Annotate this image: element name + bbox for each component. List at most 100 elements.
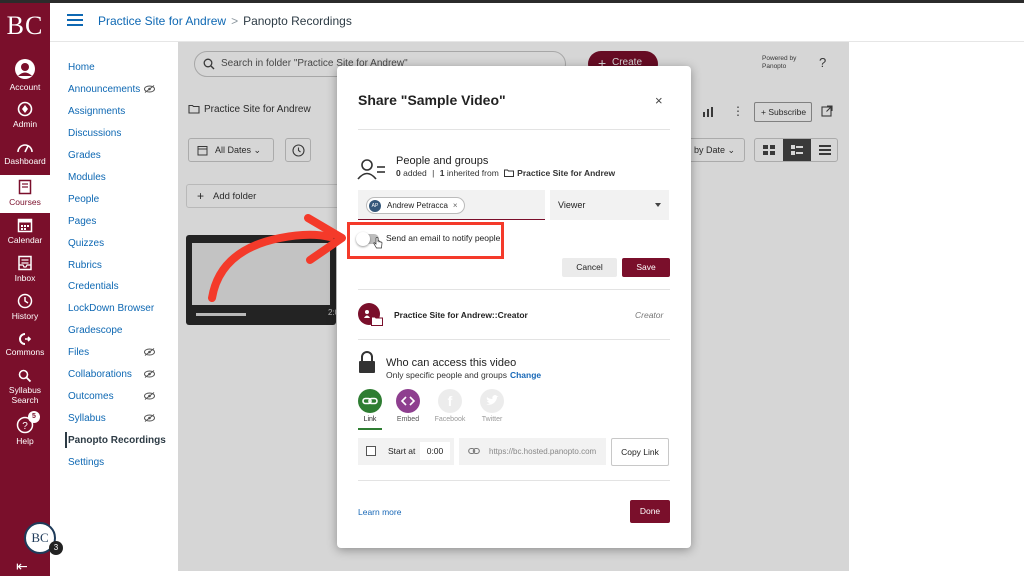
close-icon[interactable]: × — [655, 93, 663, 108]
global-nav: BC Account Admin Dashboard Courses Calen… — [0, 3, 63, 576]
share-option-label: Embed — [396, 416, 420, 423]
calendar-icon — [17, 218, 33, 233]
course-nav-announcements[interactable]: Announcements — [68, 84, 178, 95]
course-nav-grades[interactable]: Grades — [68, 150, 178, 161]
selected-option-underline — [358, 428, 382, 430]
active-nav-indicator — [65, 432, 67, 448]
global-nav-commons[interactable]: Commons — [0, 333, 50, 357]
twitter-bird-icon — [480, 389, 504, 413]
inbox-icon — [18, 255, 32, 271]
course-nav-credentials[interactable]: Credentials — [68, 281, 178, 292]
global-nav-history[interactable]: History — [0, 293, 50, 321]
start-at-checkbox[interactable] — [366, 446, 376, 456]
start-at-row: Start at 0:00 — [358, 438, 454, 465]
creator-group-name: Practice Site for Andrew::Creator — [394, 310, 528, 320]
course-nav-files[interactable]: Files — [68, 347, 178, 358]
folder-icon — [371, 316, 383, 326]
dashboard-icon — [17, 144, 33, 153]
courses-book-icon — [18, 179, 32, 195]
role-value: Viewer — [558, 200, 586, 210]
course-nav-collaborations[interactable]: Collaborations — [68, 369, 178, 380]
chevron-down-icon — [655, 203, 661, 207]
cancel-button[interactable]: Cancel — [562, 258, 617, 277]
access-subtitle: Only specific people and groups — [386, 370, 507, 380]
help-badge: 5 — [28, 411, 40, 423]
collapse-nav-icon[interactable]: ⇤ — [16, 558, 28, 575]
global-nav-calendar[interactable]: Calendar — [0, 217, 50, 245]
breadcrumb-separator: > — [231, 14, 239, 28]
svg-text:f: f — [448, 393, 453, 409]
svg-text:?: ? — [22, 421, 28, 432]
global-nav-account[interactable]: Account — [0, 58, 50, 92]
course-nav-people[interactable]: People — [68, 194, 178, 205]
people-groups-icon — [357, 159, 385, 180]
save-button[interactable]: Save — [622, 258, 670, 277]
course-nav-rubrics[interactable]: Rubrics — [68, 260, 178, 271]
global-nav-label: Courses — [9, 197, 41, 207]
creator-group-avatar — [358, 303, 383, 326]
share-url-field[interactable]: https://bc.hosted.panopto.com — [459, 438, 606, 465]
hidden-eye-icon — [144, 370, 155, 378]
people-groups-title: People and groups — [396, 155, 489, 167]
course-nav-assignments[interactable]: Assignments — [68, 106, 178, 117]
global-nav-label: Help — [16, 436, 34, 446]
link-icon — [358, 389, 382, 413]
global-nav-label: Admin — [12, 119, 38, 129]
global-nav-help[interactable]: ? Help — [0, 416, 50, 446]
done-button[interactable]: Done — [630, 500, 670, 523]
copy-link-button[interactable]: Copy Link — [611, 438, 669, 466]
course-nav-modules[interactable]: Modules — [68, 172, 178, 183]
screen: BC Account Admin Dashboard Courses Calen… — [0, 0, 1024, 576]
change-access-link[interactable]: Change — [510, 370, 541, 380]
creator-role: Creator — [635, 310, 664, 320]
invitee-chip: AP Andrew Petracca × — [366, 197, 465, 214]
access-title: Who can access this video — [386, 357, 517, 369]
learn-more-link[interactable]: Learn more — [358, 507, 401, 517]
share-twitter-option[interactable]: Twitter — [472, 389, 512, 423]
start-time-input[interactable]: 0:00 — [420, 442, 450, 460]
notification-badge: 3 — [49, 541, 63, 555]
global-nav-syllabus-search[interactable]: Syllabus Search — [0, 369, 50, 405]
global-nav-admin[interactable]: Admin — [0, 101, 50, 129]
commons-icon — [19, 333, 32, 345]
share-link-option[interactable]: Link — [350, 389, 390, 423]
course-nav-quizzes[interactable]: Quizzes — [68, 238, 178, 249]
share-option-label: Facebook — [434, 416, 466, 423]
inherited-text: inherited from — [446, 168, 499, 178]
account-icon — [15, 59, 35, 79]
course-nav-discussions[interactable]: Discussions — [68, 128, 178, 139]
global-nav-inbox[interactable]: Inbox — [0, 255, 50, 283]
breadcrumb-course-link[interactable]: Practice Site for Andrew — [98, 14, 226, 28]
invitee-name: Andrew Petracca — [387, 201, 448, 210]
course-nav-home[interactable]: Home — [68, 62, 178, 73]
course-nav-settings[interactable]: Settings — [68, 457, 178, 468]
share-facebook-option[interactable]: f Facebook — [430, 389, 470, 423]
divider — [358, 339, 670, 340]
facebook-icon: f — [438, 389, 462, 413]
remove-chip-icon[interactable]: × — [453, 201, 458, 210]
global-nav-dashboard[interactable]: Dashboard — [0, 140, 50, 166]
course-nav-gradescope[interactable]: Gradescope — [68, 325, 178, 336]
global-nav-label: Syllabus Search — [8, 385, 42, 405]
course-nav-lockdown-browser[interactable]: LockDown Browser — [68, 303, 178, 314]
hamburger-menu-icon[interactable] — [67, 14, 83, 26]
breadcrumb: Practice Site for Andrew > Panopto Recordi… — [98, 14, 352, 28]
invite-people-input[interactable]: AP Andrew Petracca × — [358, 190, 545, 220]
invitee-avatar: AP — [369, 200, 381, 212]
global-nav-courses[interactable]: Courses — [0, 175, 50, 213]
course-nav-panopto-recordings[interactable]: Panopto Recordings — [68, 435, 178, 446]
course-nav-syllabus[interactable]: Syllabus — [68, 413, 178, 424]
role-select[interactable]: Viewer — [550, 190, 669, 220]
dialog-title: Share "Sample Video" — [358, 92, 506, 108]
global-nav-label: Inbox — [14, 273, 36, 283]
global-nav-label: Dashboard — [4, 156, 46, 166]
share-embed-option[interactable]: Embed — [388, 389, 428, 423]
added-count: 0 — [396, 168, 401, 178]
course-nav-pages[interactable]: Pages — [68, 216, 178, 227]
hidden-eye-icon — [144, 414, 155, 422]
highlight-box — [347, 222, 504, 259]
course-nav-outcomes[interactable]: Outcomes — [68, 391, 178, 402]
institution-logo[interactable]: BC — [0, 11, 50, 41]
global-nav-label: Calendar — [7, 235, 43, 245]
added-text: added — [403, 168, 427, 178]
